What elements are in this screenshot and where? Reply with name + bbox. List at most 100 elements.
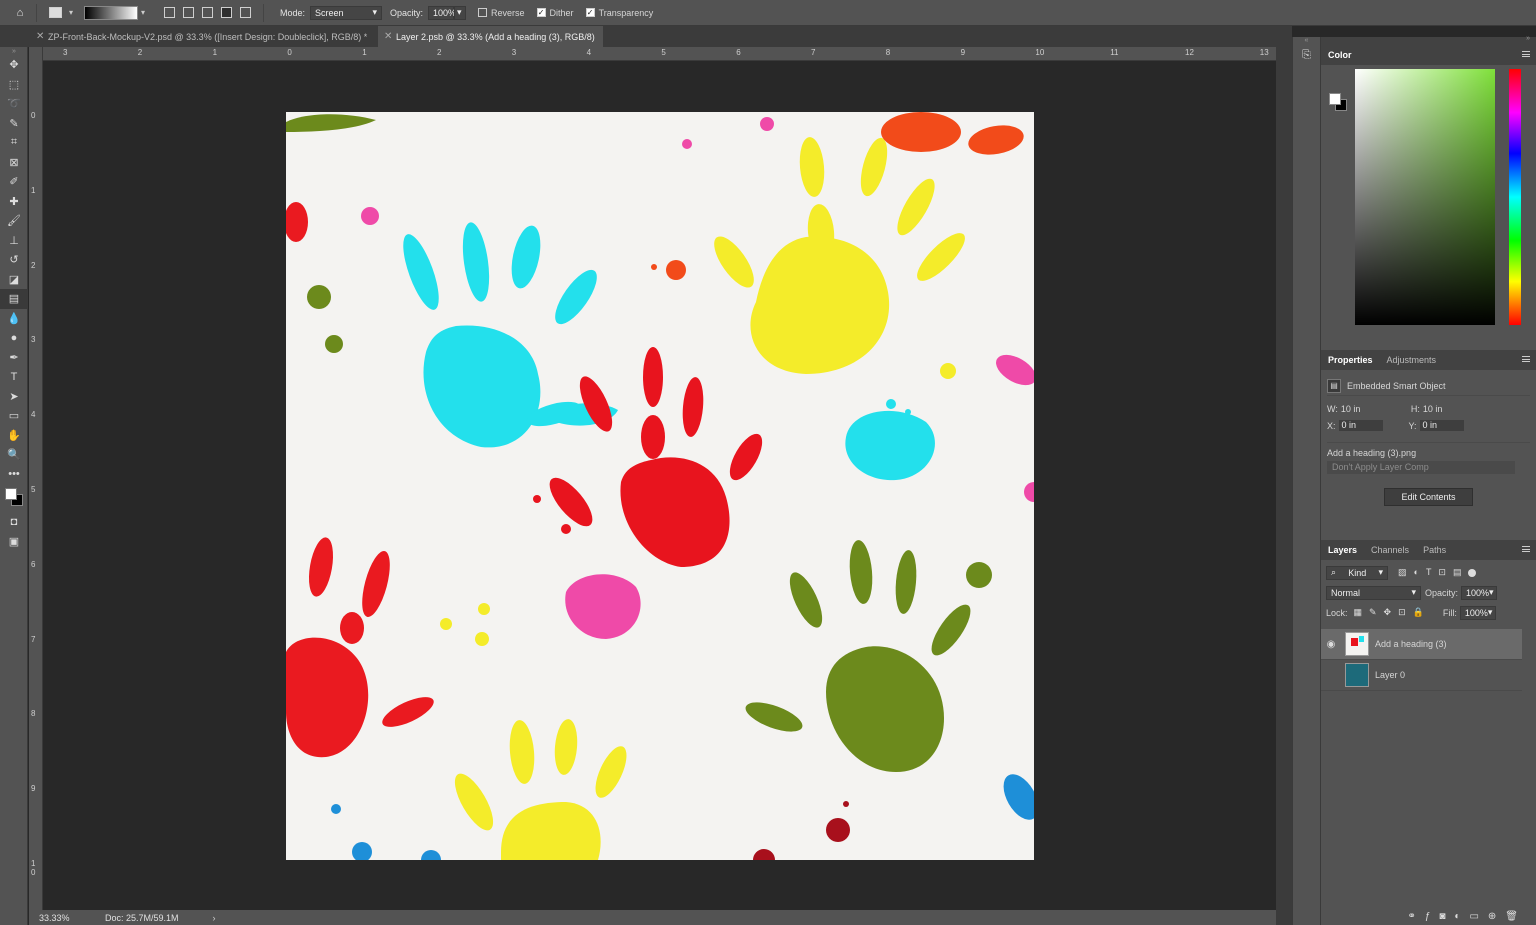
color-swatches[interactable] (0, 484, 28, 512)
tab-mockup-document[interactable]: ✕ ZP-Front-Back-Mockup-V2.psd @ 33.3% ([… (0, 26, 378, 47)
blur-tool-icon[interactable]: 💧 (0, 309, 28, 329)
eyedropper-tool-icon[interactable]: ✐ (0, 172, 28, 192)
chevron-down-icon[interactable]: ▾ (66, 8, 76, 17)
tool-preset-icon[interactable] (49, 7, 62, 18)
pen-tool-icon[interactable]: ✒ (0, 348, 28, 368)
linear-gradient-icon[interactable] (164, 7, 175, 18)
opacity-label: Opacity: (390, 7, 424, 18)
layer-opacity-label: Opacity: (1425, 587, 1459, 598)
gradient-picker[interactable] (84, 5, 138, 20)
opacity-input[interactable]: 100% (428, 5, 456, 20)
expand-icon[interactable]: » (0, 47, 28, 55)
tab-color[interactable]: Color (1328, 50, 1352, 60)
vertical-scrollbar[interactable] (1276, 47, 1292, 925)
close-icon[interactable]: ✕ (36, 31, 44, 42)
layers-footer-icons[interactable]: ⚭ƒ◙◐▭⊕🗑 (1321, 907, 1536, 925)
blend-mode-select[interactable]: Normal ▾ (1326, 585, 1421, 600)
smart-object-icon: ▤ (1327, 378, 1341, 393)
healing-brush-tool-icon[interactable]: ✚ (0, 192, 28, 212)
layer-row[interactable]: ◉ Add a heading (3) (1321, 629, 1522, 660)
panel-collapse-bar[interactable]: » (1321, 35, 1536, 45)
ruler-tick-label: 3 (31, 335, 36, 345)
home-icon[interactable]: ⌂ (12, 5, 28, 21)
chevron-down-icon[interactable]: ▾ (138, 8, 148, 17)
dodge-tool-icon[interactable]: ● (0, 328, 28, 348)
panel-menu-icon[interactable] (1522, 546, 1530, 552)
lasso-tool-icon[interactable]: ➰ (0, 94, 28, 114)
y-input[interactable]: 0 in (1419, 420, 1464, 431)
x-input[interactable]: 0 in (1338, 420, 1383, 431)
document-canvas[interactable] (286, 112, 1034, 860)
width-value[interactable]: 10 in (1341, 404, 1411, 414)
more-tools-icon[interactable]: ••• (0, 465, 28, 485)
filter-toggle-icon[interactable] (1468, 568, 1477, 577)
eye-icon[interactable]: ◉ (1321, 639, 1341, 650)
layer-row[interactable]: Layer 0 (1321, 660, 1522, 691)
layer-name[interactable]: Layer 0 (1375, 670, 1405, 680)
chevron-down-icon: ▾ (457, 7, 462, 17)
mode-select[interactable]: Screen ▾ (310, 5, 383, 20)
quick-mask-icon[interactable]: ◘ (0, 512, 28, 532)
foreground-color-swatch[interactable] (5, 488, 17, 500)
layer-opacity-input[interactable]: 100% ▾ (1461, 585, 1498, 600)
layer-filter-icons[interactable]: ▨◐T⊡▤ (1398, 567, 1468, 578)
ruler-tick-label: 0 (31, 111, 36, 120)
reflected-gradient-icon[interactable] (221, 7, 232, 18)
marquee-tool-icon[interactable]: ⬚ (0, 75, 28, 95)
rectangle-tool-icon[interactable]: ▭ (0, 406, 28, 426)
transparency-checkbox[interactable]: ✓ (585, 8, 595, 17)
chevron-down-icon: ▾ (1411, 587, 1416, 597)
quick-selection-tool-icon[interactable]: ✎ (0, 114, 28, 134)
zoom-tool-icon[interactable]: 🔍 (0, 445, 28, 465)
panel-menu-icon[interactable] (1522, 51, 1530, 57)
layer-name[interactable]: Add a heading (3) (1375, 639, 1447, 649)
tab-adjustments[interactable]: Adjustments (1387, 355, 1437, 365)
reverse-checkbox[interactable] (478, 8, 488, 17)
screen-mode-icon[interactable]: ▣ (0, 532, 28, 552)
right-panels: » Color Properties Adjustments ▤ Embedde… (1320, 35, 1536, 925)
foreground-color-swatch[interactable] (1329, 93, 1341, 105)
layer-filter-select[interactable]: ⌕ Kind ▾ (1326, 565, 1388, 580)
opacity-dropdown[interactable]: ▾ (454, 5, 467, 20)
lock-icons[interactable]: ▦✎✥⊡🔒 (1354, 607, 1431, 618)
tab-layers[interactable]: Layers (1328, 545, 1357, 555)
canvas-workspace[interactable] (43, 61, 1276, 910)
radial-gradient-icon[interactable] (183, 7, 194, 18)
collapse-icon[interactable]: » (1526, 35, 1530, 42)
history-brush-tool-icon[interactable]: ↺ (0, 250, 28, 270)
hue-slider[interactable] (1509, 69, 1521, 325)
tab-paths[interactable]: Paths (1423, 545, 1446, 555)
fill-label: Fill: (1442, 607, 1457, 618)
saturation-brightness-field[interactable] (1355, 69, 1495, 325)
close-icon[interactable]: ✕ (384, 31, 392, 42)
linked-file-name: Add a heading (3).png (1327, 448, 1417, 458)
ruler-tick-label: 7 (31, 634, 36, 644)
fill-value: 100% (1464, 607, 1488, 618)
frame-tool-icon[interactable]: ⊠ (0, 153, 28, 173)
gradient-tool-icon[interactable]: ▤ (0, 289, 28, 309)
brush-tool-icon[interactable]: 🖌 (0, 211, 28, 231)
move-tool-icon[interactable]: ✥ (0, 55, 28, 75)
dither-checkbox[interactable]: ✓ (536, 8, 546, 17)
type-tool-icon[interactable]: T (0, 367, 28, 387)
tab-layer2-document[interactable]: ✕ Layer 2.psb @ 33.3% (Add a heading (3)… (378, 26, 603, 47)
crop-tool-icon[interactable]: ⌗ (0, 133, 28, 153)
layer-comp-select[interactable]: Don't Apply Layer Comp (1327, 461, 1515, 474)
path-selection-tool-icon[interactable]: ➤ (0, 387, 28, 407)
width-label: W: (1327, 403, 1338, 414)
eraser-tool-icon[interactable]: ◪ (0, 270, 28, 290)
hand-tool-icon[interactable]: ✋ (0, 426, 28, 446)
clone-stamp-tool-icon[interactable]: ⊥ (0, 231, 28, 251)
collapse-icon[interactable]: « (1293, 37, 1320, 45)
angle-gradient-icon[interactable] (202, 7, 213, 18)
edit-contents-button[interactable]: Edit Contents (1384, 488, 1473, 506)
panel-menu-icon[interactable] (1522, 356, 1530, 362)
tab-channels[interactable]: Channels (1371, 545, 1409, 555)
diamond-gradient-icon[interactable] (240, 7, 251, 18)
tab-properties[interactable]: Properties (1328, 355, 1373, 365)
height-value[interactable]: 10 in (1423, 404, 1443, 414)
history-icon[interactable]: ⎘ (1293, 49, 1320, 62)
zoom-level[interactable]: 33.33% (39, 913, 105, 923)
chevron-right-icon[interactable]: › (213, 913, 216, 923)
fill-input[interactable]: 100% ▾ (1459, 605, 1496, 620)
